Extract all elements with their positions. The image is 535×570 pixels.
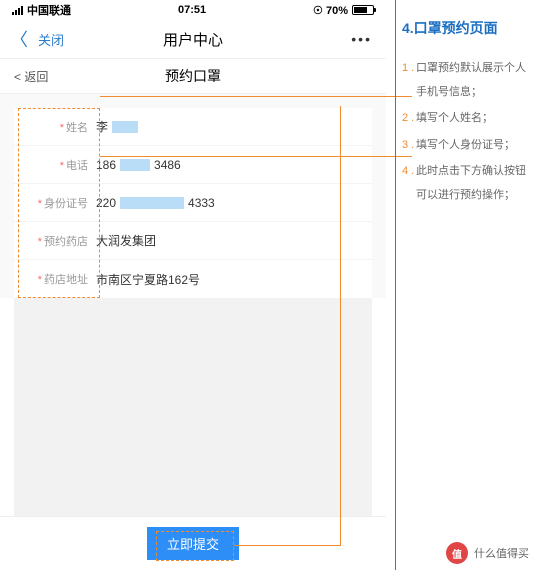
row-id: *身份证号 2204333 xyxy=(14,184,372,222)
more-button[interactable]: ••• xyxy=(351,31,372,47)
row-name: *姓名 李 xyxy=(14,108,372,146)
connector-3-vertical xyxy=(340,106,341,546)
address-field: 市南区宁夏路162号 xyxy=(96,271,364,288)
row-store: *预约药店 大润发集团 xyxy=(14,222,372,260)
store-field[interactable]: 大润发集团 xyxy=(96,232,364,249)
back-icon[interactable]: 〈 xyxy=(10,26,28,52)
watermark-text: 什么值得买 xyxy=(474,545,529,561)
battery-icon xyxy=(352,5,374,15)
note-3: 3 .填写个人身份证号； xyxy=(402,133,529,157)
submit-button[interactable]: 立即提交 xyxy=(147,527,239,560)
signal-icon xyxy=(12,6,23,15)
id-label: *身份证号 xyxy=(18,195,96,211)
note-2: 2 .填写个人姓名； xyxy=(402,106,529,130)
battery-pct: ☉ 70% xyxy=(313,4,348,17)
close-button[interactable]: 关闭 xyxy=(38,30,64,49)
back-button[interactable]: < 返回 xyxy=(14,68,48,85)
form-card: *姓名 李 *电话 1863486 *身份证号 2204333 *预约药店 大润… xyxy=(14,108,372,298)
store-label: *预约药店 xyxy=(18,233,96,249)
name-field[interactable]: 李 xyxy=(96,118,364,135)
primary-nav: 〈 关闭 用户中心 ••• xyxy=(0,20,386,58)
connector-1 xyxy=(100,96,412,97)
name-label: *姓名 xyxy=(18,119,96,135)
annotation-title: 4.口罩预约页面 xyxy=(402,18,529,38)
annotation-panel: 4.口罩预约页面 1 .口罩预约默认展示个人手机号信息； 2 .填写个人姓名； … xyxy=(395,0,535,570)
clock: 07:51 xyxy=(178,4,206,16)
note-1: 1 .口罩预约默认展示个人手机号信息； xyxy=(402,56,529,104)
phone-field[interactable]: 1863486 xyxy=(96,158,364,172)
note-4: 4 .此时点击下方确认按钮可以进行预约操作； xyxy=(402,159,529,207)
row-address: *药店地址 市南区宁夏路162号 xyxy=(14,260,372,298)
row-phone: *电话 1863486 xyxy=(14,146,372,184)
watermark: 值 什么值得买 xyxy=(446,542,529,564)
annotation-list: 1 .口罩预约默认展示个人手机号信息； 2 .填写个人姓名； 3 .填写个人身份… xyxy=(402,56,529,207)
sub-page-title: 预约口罩 xyxy=(0,66,386,86)
watermark-icon: 值 xyxy=(446,542,468,564)
empty-area xyxy=(14,298,372,518)
secondary-nav: < 返回 预约口罩 xyxy=(0,58,386,94)
id-field[interactable]: 2204333 xyxy=(96,196,364,210)
connector-2 xyxy=(100,156,412,157)
submit-bar: 立即提交 xyxy=(0,516,386,570)
phone-screen: 中国联通 07:51 ☉ 70% 〈 关闭 用户中心 ••• < 返回 预约口罩… xyxy=(0,0,386,570)
address-label: *药店地址 xyxy=(18,271,96,287)
connector-3-horizontal xyxy=(234,545,340,546)
status-bar: 中国联通 07:51 ☉ 70% xyxy=(0,0,386,20)
phone-label: *电话 xyxy=(18,157,96,173)
carrier-label: 中国联通 xyxy=(27,2,71,18)
form-area: *姓名 李 *电话 1863486 *身份证号 2204333 *预约药店 大润… xyxy=(0,94,386,298)
